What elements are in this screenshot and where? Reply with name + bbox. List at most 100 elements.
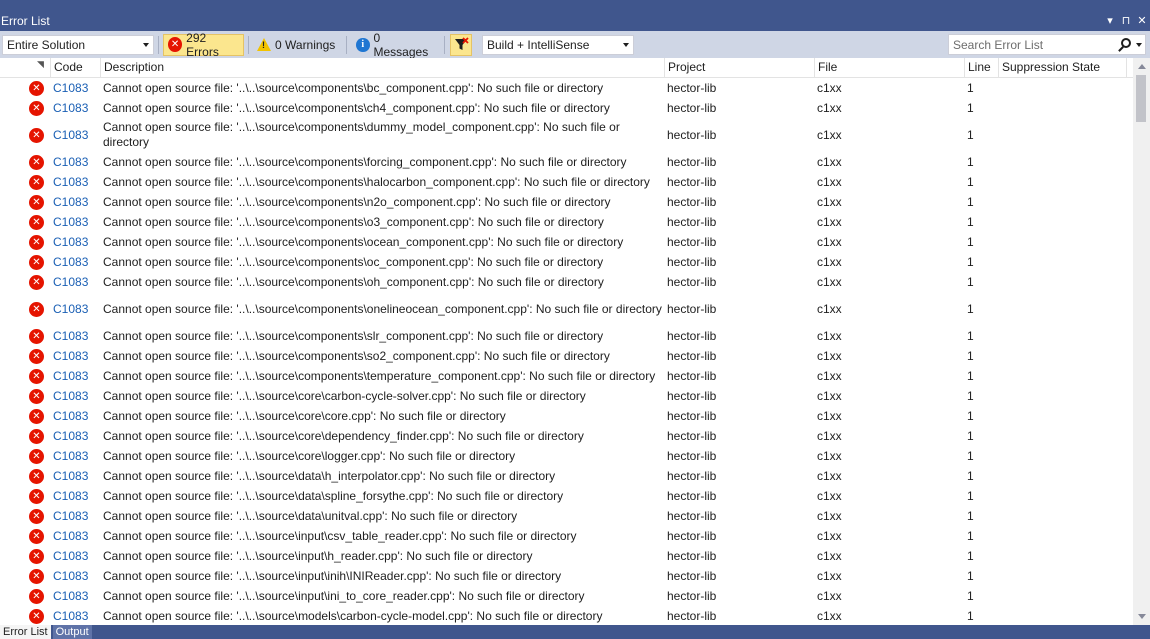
table-row[interactable]: ✕ C1083 Cannot open source file: '..\..\so… <box>0 386 1133 406</box>
table-row[interactable]: ✕ C1083 Cannot open source file: '..\..\so… <box>0 292 1133 326</box>
error-project: hector-lib <box>667 255 717 269</box>
pin-icon[interactable]: ⊓ <box>1118 12 1134 30</box>
tool-window-title: Error List <box>1 13 50 28</box>
error-code-link[interactable]: C1083 <box>50 566 98 586</box>
error-suppression-state <box>998 232 1126 252</box>
table-row[interactable]: ✕ C1083 Cannot open source file: '..\..\so… <box>0 406 1133 426</box>
error-description: Cannot open source file: '..\..\source\m… <box>103 608 603 623</box>
table-row[interactable]: ✕ C1083 Cannot open source file: '..\..\so… <box>0 506 1133 526</box>
error-code-link[interactable]: C1083 <box>50 466 98 486</box>
error-code-link[interactable]: C1083 <box>50 326 98 346</box>
table-row[interactable]: ✕ C1083 Cannot open source file: '..\..\so… <box>0 172 1133 192</box>
table-row[interactable]: ✕ C1083 Cannot open source file: '..\..\so… <box>0 192 1133 212</box>
column-header-file[interactable]: File <box>814 58 964 78</box>
error-code-link[interactable]: C1083 <box>50 486 98 506</box>
column-header-project[interactable]: Project <box>664 58 814 78</box>
table-row[interactable]: ✕ C1083 Cannot open source file: '..\..\so… <box>0 232 1133 252</box>
scroll-up-arrow-icon[interactable] <box>1138 64 1146 69</box>
error-code-link[interactable]: C1083 <box>50 232 98 252</box>
error-code-link[interactable]: C1083 <box>50 152 98 172</box>
error-line: 1 <box>967 509 974 523</box>
table-row[interactable]: ✕ C1083 Cannot open source file: '..\..\so… <box>0 78 1133 98</box>
column-header-line[interactable]: Line <box>964 58 998 78</box>
error-code-link[interactable]: C1083 <box>50 366 98 386</box>
table-row[interactable]: ✕ C1083 Cannot open source file: '..\..\so… <box>0 566 1133 586</box>
table-row[interactable]: ✕ C1083 Cannot open source file: '..\..\so… <box>0 152 1133 172</box>
vertical-scrollbar[interactable] <box>1133 58 1150 625</box>
error-code-link[interactable]: C1083 <box>50 78 98 98</box>
table-row[interactable]: ✕ C1083 Cannot open source file: '..\..\so… <box>0 346 1133 366</box>
column-header-description[interactable]: Description <box>100 58 664 78</box>
table-row[interactable]: ✕ C1083 Cannot open source file: '..\..\so… <box>0 326 1133 346</box>
error-circle-icon: ✕ <box>29 368 44 384</box>
error-suppression-state <box>998 252 1126 272</box>
table-row[interactable]: ✕ C1083 Cannot open source file: '..\..\so… <box>0 446 1133 466</box>
table-row[interactable]: ✕ C1083 Cannot open source file: '..\..\so… <box>0 212 1133 232</box>
scroll-down-arrow-icon[interactable] <box>1138 614 1146 619</box>
table-row[interactable]: ✕ C1083 Cannot open source file: '..\..\so… <box>0 118 1133 152</box>
table-row[interactable]: ✕ C1083 Cannot open source file: '..\..\so… <box>0 252 1133 272</box>
toolbar-separator <box>248 35 249 54</box>
build-filter-dropdown[interactable]: Build + IntelliSense <box>482 34 634 55</box>
tab-error-list[interactable]: Error List <box>0 625 51 639</box>
error-code-link[interactable]: C1083 <box>50 192 98 212</box>
scope-dropdown[interactable]: Entire Solution <box>2 34 154 55</box>
table-row[interactable]: ✕ C1083 Cannot open source file: '..\..\so… <box>0 586 1133 606</box>
error-code-link[interactable]: C1083 <box>50 446 98 466</box>
error-code-link[interactable]: C1083 <box>50 252 98 272</box>
column-header-suppression-state[interactable]: Suppression State <box>998 58 1126 78</box>
error-code-link[interactable]: C1083 <box>50 172 98 192</box>
table-row[interactable]: ✕ C1083 Cannot open source file: '..\..\so… <box>0 98 1133 118</box>
warnings-filter-button[interactable]: ! 0 Warnings <box>253 34 341 56</box>
close-icon[interactable]: ✕ <box>1134 12 1150 30</box>
error-code-link[interactable]: C1083 <box>50 386 98 406</box>
table-row[interactable]: ✕ C1083 Cannot open source file: '..\..\so… <box>0 466 1133 486</box>
error-code-link[interactable]: C1083 <box>50 406 98 426</box>
table-row[interactable]: ✕ C1083 Cannot open source file: '..\..\so… <box>0 486 1133 506</box>
error-file: c1xx <box>817 195 842 209</box>
scrollbar-thumb[interactable] <box>1136 75 1146 122</box>
error-code-link[interactable]: C1083 <box>50 118 98 152</box>
error-line: 1 <box>967 195 974 209</box>
error-code-link[interactable]: C1083 <box>50 526 98 546</box>
window-position-dropdown-icon[interactable]: ▾ <box>1102 12 1118 30</box>
error-code-link[interactable]: C1083 <box>50 426 98 446</box>
error-suppression-state <box>998 606 1126 625</box>
error-code-link[interactable]: C1083 <box>50 586 98 606</box>
error-code-link[interactable]: C1083 <box>50 272 98 292</box>
error-description: Cannot open source file: '..\..\source\c… <box>103 174 650 189</box>
column-sort-icon[interactable]: ◥ <box>37 59 44 70</box>
errors-filter-button[interactable]: ✕ 292 Errors <box>163 31 244 59</box>
error-suppression-state <box>998 172 1126 192</box>
error-code-link[interactable]: C1083 <box>50 346 98 366</box>
error-code-link[interactable]: C1083 <box>50 546 98 566</box>
table-row[interactable]: ✕ C1083 Cannot open source file: '..\..\so… <box>0 546 1133 566</box>
search-options-dropdown-icon[interactable] <box>1136 43 1142 47</box>
error-description: Cannot open source file: '..\..\source\c… <box>103 368 656 383</box>
error-file: c1xx <box>817 589 842 603</box>
error-circle-icon: ✕ <box>29 214 44 230</box>
column-header-code[interactable]: Code <box>50 58 100 78</box>
table-row[interactable]: ✕ C1083 Cannot open source file: '..\..\so… <box>0 426 1133 446</box>
messages-filter-button[interactable]: i 0 Messages <box>352 31 440 59</box>
error-circle-icon: ✕ <box>29 194 44 210</box>
clear-filter-button[interactable] <box>450 33 472 56</box>
table-row[interactable]: ✕ C1083 Cannot open source file: '..\..\so… <box>0 366 1133 386</box>
error-file: c1xx <box>817 409 842 423</box>
error-code-link[interactable]: C1083 <box>50 506 98 526</box>
error-code-link[interactable]: C1083 <box>50 292 98 326</box>
error-file: c1xx <box>817 549 842 563</box>
table-row[interactable]: ✕ C1083 Cannot open source file: '..\..\so… <box>0 272 1133 292</box>
row-severity: ✕ <box>29 566 47 586</box>
search-icon[interactable] <box>1121 38 1131 48</box>
table-row[interactable]: ✕ C1083 Cannot open source file: '..\..\so… <box>0 606 1133 625</box>
search-input[interactable] <box>949 37 1117 52</box>
row-severity: ✕ <box>29 606 47 625</box>
error-line: 1 <box>967 589 974 603</box>
error-code-link[interactable]: C1083 <box>50 606 98 625</box>
error-description: Cannot open source file: '..\..\source\c… <box>103 428 584 443</box>
error-code-link[interactable]: C1083 <box>50 212 98 232</box>
table-row[interactable]: ✕ C1083 Cannot open source file: '..\..\so… <box>0 526 1133 546</box>
tab-output[interactable]: Output <box>52 625 92 639</box>
error-code-link[interactable]: C1083 <box>50 98 98 118</box>
